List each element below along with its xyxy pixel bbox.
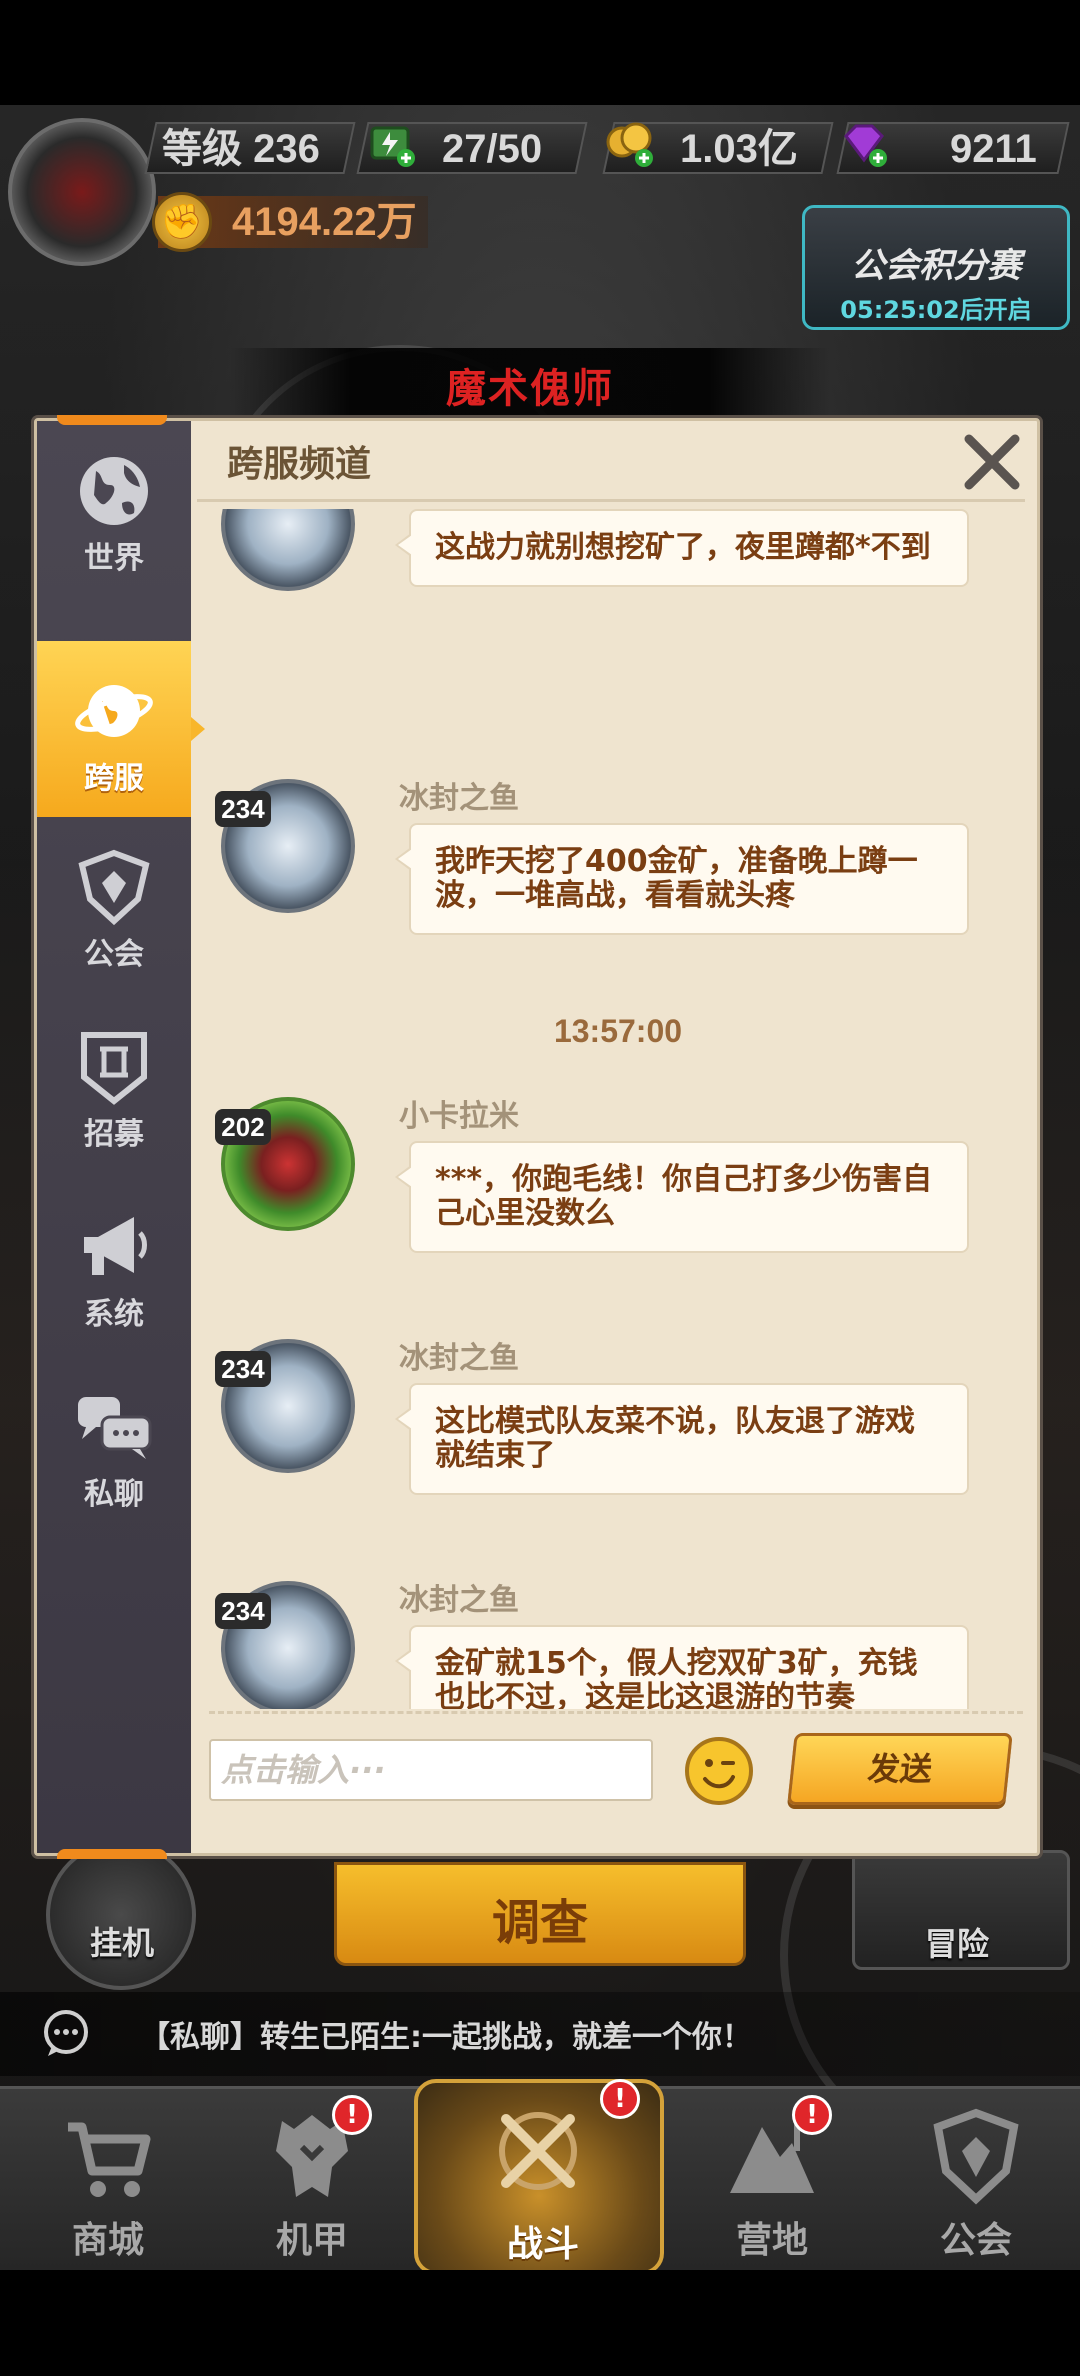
gold-value: 1.03亿 — [680, 127, 798, 171]
cart-icon — [68, 2122, 151, 2197]
chat-bubbles-icon — [78, 1397, 152, 1459]
avatar[interactable]: 234 — [213, 1331, 363, 1481]
guild-event-button[interactable]: 公会积分赛 05:25:02后开启 — [802, 205, 1070, 330]
tab-label: 世界 — [84, 541, 144, 576]
chat-bubble-icon — [44, 2010, 88, 2056]
tab-label: 私聊 — [84, 1477, 144, 1512]
ticker-message: 【私聊】转生已陌生:一起挑战，就差一个你！ — [140, 2020, 752, 2055]
tab-recruit[interactable]: 招募 — [37, 997, 191, 1173]
level-badge: 234 — [215, 1351, 271, 1387]
close-icon[interactable] — [959, 429, 1025, 495]
level-badge: 202 — [215, 1109, 271, 1145]
nav-guild[interactable]: 公会 — [868, 2089, 1080, 2273]
bottom-nav: 商城 ! 机甲 ! 战斗 ! 营地 公会 — [0, 2079, 1080, 2275]
nav-label: 战斗 — [506, 2224, 579, 2265]
tab-cross-server[interactable]: 跨服 — [37, 641, 205, 817]
message-bubble: 金矿就15个，假人挖双矿3矿，充钱也比不过，这是比这退游的节奏 — [395, 1625, 969, 1709]
title-divider — [197, 499, 1025, 502]
tabs-accent — [57, 1849, 167, 1859]
tab-label: 跨服 — [84, 761, 144, 796]
avatar-frame — [221, 509, 355, 591]
adventure-button[interactable]: 冒险 — [852, 1850, 1070, 1970]
tab-world[interactable]: 世界 — [37, 421, 191, 597]
boss-banner: 魔术傀师 — [230, 348, 830, 418]
planet-icon — [75, 685, 153, 737]
boss-name: 魔术傀师 — [446, 366, 614, 412]
avatar[interactable]: 234 — [213, 1573, 363, 1709]
gem-icon[interactable] — [838, 118, 890, 170]
emoji-icon[interactable] — [683, 1735, 755, 1807]
nav-mech[interactable]: ! 机甲 — [204, 2089, 420, 2273]
chat-input[interactable] — [209, 1739, 653, 1801]
level-badge: 234 — [215, 791, 271, 827]
dialog-title: 跨服频道 — [227, 444, 372, 485]
chat-message-list[interactable]: 这战力就别想挖矿了，夜里蹲都*不到 234 冰封之鱼 我昨天挖了400金矿，准备… — [209, 509, 1027, 1709]
avatar[interactable]: 234 — [213, 771, 363, 921]
message-bubble: 这战力就别想挖矿了，夜里蹲都*不到 — [395, 509, 969, 587]
nav-label: 商城 — [71, 2220, 144, 2261]
tab-guild[interactable]: 公会 — [37, 817, 191, 993]
sender-name[interactable]: 冰封之鱼 — [399, 1333, 519, 1377]
nav-label: 公会 — [939, 2220, 1012, 2261]
tab-system[interactable]: 系统 — [37, 1177, 191, 1353]
avatar[interactable]: 202 — [213, 1089, 363, 1239]
level-badge: 234 — [215, 1593, 271, 1629]
player-avatar[interactable] — [8, 118, 156, 266]
message-timestamp: 13:57:00 — [553, 1013, 683, 1049]
nav-battle[interactable]: ! 战斗 — [414, 2079, 664, 2275]
tab-label: 公会 — [84, 937, 144, 972]
fist-icon: ✊ — [152, 192, 212, 252]
battery-icon[interactable] — [366, 118, 418, 170]
adventure-label: 冒险 — [925, 1925, 990, 1963]
guild-shield-icon — [933, 2108, 1019, 2205]
sender-name[interactable]: 小卡拉米 — [399, 1091, 519, 1135]
combat-power: 4194.22万 — [232, 200, 417, 244]
guild-event-title: 公会积分赛 — [851, 246, 1021, 286]
input-divider — [209, 1711, 1023, 1714]
guild-event-timer: 05:25:02后开启 — [840, 296, 1032, 324]
player-level: 等级 236 — [162, 127, 320, 171]
sender-name[interactable]: 冰封之鱼 — [399, 773, 519, 817]
investigate-button[interactable]: 调查 — [334, 1862, 746, 1966]
crossed-swords-icon — [499, 2112, 577, 2190]
message-bubble: ***，你跑毛线！你自己打多少伤害自己心里没数么 — [395, 1141, 969, 1253]
mech-badge: ! — [332, 2095, 372, 2135]
idle-label: 挂机 — [90, 1924, 155, 1962]
avatar[interactable] — [213, 509, 363, 599]
tab-private[interactable]: 私聊 — [37, 1357, 191, 1533]
camp-badge: ! — [792, 2095, 832, 2135]
tab-label: 招募 — [84, 1117, 144, 1152]
recruit-icon — [81, 1032, 147, 1105]
idle-button[interactable] — [46, 1840, 196, 1990]
tab-label: 系统 — [84, 1297, 144, 1332]
chat-dialog: 世界 跨服 公会 招募 系统 私聊 跨服频道 这战力就别想挖矿了，夜里蹲都*不到… — [34, 415, 1040, 1859]
send-button[interactable]: 发送 — [787, 1733, 1013, 1805]
system-bar-bottom — [0, 2270, 1080, 2376]
channel-tabs: 世界 跨服 公会 招募 系统 私聊 — [37, 415, 205, 1859]
guild-shield-icon — [78, 849, 150, 926]
sender-name[interactable]: 冰封之鱼 — [399, 1575, 519, 1619]
message-bubble: 这比模式队友菜不说，队友退了游戏就结束了 — [395, 1383, 969, 1495]
globe-icon — [80, 457, 148, 525]
nav-camp[interactable]: ! 营地 — [664, 2089, 880, 2273]
stamina-value: 27/50 — [442, 127, 543, 171]
nav-shop[interactable]: 商城 — [0, 2089, 216, 2273]
nav-label: 营地 — [735, 2220, 808, 2261]
gold-coins-icon[interactable] — [604, 118, 656, 170]
investigate-label: 调查 — [491, 1895, 588, 1951]
gem-value: 9211 — [950, 127, 1037, 171]
chat-ticker[interactable]: 【私聊】转生已陌生:一起挑战，就差一个你！ — [0, 1992, 1080, 2076]
battle-badge: ! — [600, 2079, 640, 2119]
nav-label: 机甲 — [275, 2220, 348, 2261]
message-bubble: 我昨天挖了400金矿，准备晚上蹲一波，一堆高战，看看就头疼 — [395, 823, 969, 935]
megaphone-icon — [84, 1217, 147, 1275]
